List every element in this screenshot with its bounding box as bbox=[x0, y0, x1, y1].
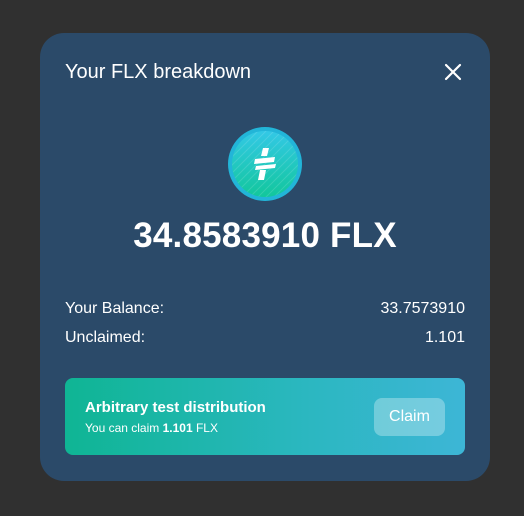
total-flx-amount: 34.8583910 FLX bbox=[133, 216, 397, 255]
balance-value: 33.7573910 bbox=[380, 300, 465, 317]
unclaimed-row: Unclaimed: 1.101 bbox=[65, 329, 465, 347]
flx-token-icon bbox=[228, 127, 302, 201]
close-icon bbox=[444, 63, 462, 81]
unclaimed-value: 1.101 bbox=[424, 329, 465, 346]
claim-unit: FLX bbox=[192, 421, 218, 435]
claim-card: Arbitrary test distribution You can clai… bbox=[65, 378, 465, 455]
claim-card-subtitle: You can claim 1.101 FLX bbox=[85, 421, 218, 435]
close-button[interactable] bbox=[438, 57, 468, 87]
flx-breakdown-modal: Your FLX breakdown 34.8583910 FLX Your B… bbox=[40, 33, 490, 481]
balance-row: Your Balance: 33.7573910 bbox=[65, 300, 465, 318]
claim-sub-prefix: You can claim bbox=[85, 421, 163, 435]
claim-amount: 1.101 bbox=[162, 421, 193, 435]
balance-label: Your Balance: bbox=[65, 300, 165, 317]
modal-title: Your FLX breakdown bbox=[65, 61, 252, 83]
claim-card-title: Arbitrary test distribution bbox=[85, 399, 266, 416]
unclaimed-label: Unclaimed: bbox=[65, 329, 146, 346]
claim-button[interactable]: Claim bbox=[374, 398, 445, 436]
